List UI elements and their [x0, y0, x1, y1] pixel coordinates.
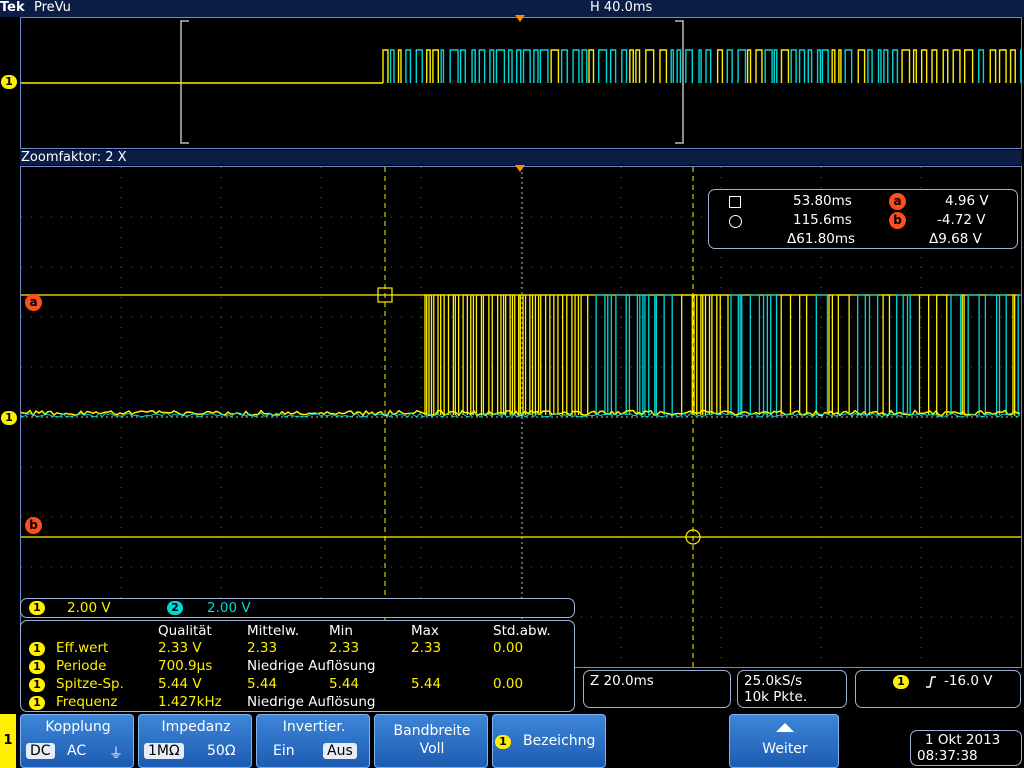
- row-frequenz-name: Frequenz: [56, 694, 118, 710]
- invertier-aus[interactable]: Aus: [323, 743, 357, 759]
- bandbreite-value: Voll: [419, 741, 445, 757]
- row-frequenz-channel: 1: [29, 696, 45, 710]
- impedanz-50ohm[interactable]: 50Ω: [207, 743, 236, 759]
- sample-rate: 25.0kS/s: [744, 673, 803, 689]
- row-eff-min: 2.33: [329, 640, 360, 656]
- overview-waveform-panel[interactable]: [20, 17, 1024, 149]
- bezeichnung-label: Bezeichng: [523, 733, 596, 749]
- ch2-scale-value[interactable]: 2.00 V: [207, 600, 251, 616]
- row-spitze-std: 0.00: [493, 676, 524, 692]
- impedanz-button[interactable]: Impedanz 1MΩ 50Ω: [138, 714, 252, 768]
- invertier-button[interactable]: Invertier. Ein Aus: [256, 714, 370, 768]
- row-periode-note: Niedrige Auflösung: [247, 658, 376, 674]
- kopplung-label: Kopplung: [45, 719, 111, 735]
- row-eff-channel: 1: [29, 642, 45, 656]
- channel-scale-strip: 1 2.00 V 2 2.00 V: [20, 598, 575, 618]
- overview-waveform: [21, 20, 1024, 144]
- row-frequenz-value: 1.427kHz: [158, 694, 222, 710]
- cursor-a-icon: a: [889, 193, 906, 210]
- row-frequenz-note: Niedrige Auflösung: [247, 694, 376, 710]
- menu-channel-indicator: 1: [0, 714, 16, 768]
- prevu-label: PreVu: [34, 0, 71, 15]
- ch1-scale-badge[interactable]: 1: [29, 601, 45, 615]
- kopplung-ac[interactable]: AC: [67, 743, 86, 759]
- cursor-delta-voltage: Δ9.68 V: [929, 231, 982, 247]
- horizontal-scale: H 40.0ms: [590, 0, 653, 15]
- invertier-label: Invertier.: [282, 719, 346, 735]
- overview-burst-traces: [382, 49, 1024, 83]
- cursor-a-voltage: 4.96 V: [945, 193, 989, 209]
- row-eff-mean: 2.33: [247, 640, 278, 656]
- row-eff-max: 2.33: [411, 640, 442, 656]
- row-spitze-value: 5.44 V: [158, 676, 202, 692]
- zoom-scale-value: Z 20.0ms: [590, 673, 654, 689]
- bandbreite-button[interactable]: Bandbreite Voll: [374, 714, 488, 768]
- cursor-1-square-icon: [729, 196, 741, 208]
- ch1-offset-marker-overview[interactable]: 1: [1, 75, 17, 89]
- zoom-window-left-bracket: [180, 20, 189, 144]
- kopplung-button[interactable]: Kopplung DC AC ⏚: [20, 714, 134, 768]
- header-std-abw: Std.abw.: [493, 623, 551, 639]
- bezeichnung-channel-badge: 1: [495, 735, 511, 749]
- ch1-scale-value[interactable]: 2.00 V: [67, 600, 111, 616]
- trigger-channel-badge: 1: [893, 675, 909, 689]
- cursor-b-voltage: -4.72 V: [937, 212, 986, 228]
- zoom-factor-label: Zoomfaktor: 2 X: [21, 150, 127, 165]
- trigger-position-marker: [515, 15, 525, 22]
- impedanz-label: Impedanz: [161, 719, 231, 735]
- weiter-button[interactable]: Weiter: [729, 714, 839, 768]
- header-qualitaet: Qualität: [158, 623, 212, 639]
- zoom-scale-box[interactable]: Z 20.0ms: [583, 670, 731, 708]
- top-status-bar: Tek PreVu H 40.0ms: [0, 0, 1024, 17]
- row-periode-value: 700.9µs: [158, 658, 213, 674]
- row-periode-name: Periode: [56, 658, 107, 674]
- impedanz-1mohm[interactable]: 1MΩ: [144, 743, 184, 759]
- cursor-a-marker[interactable]: a: [25, 294, 42, 311]
- zoom-label-bar: Zoomfaktor: 2 X: [20, 150, 1022, 165]
- cursor-1-time: 53.80ms: [793, 193, 852, 209]
- measurement-table: Qualität Mittelw. Min Max Std.abw. 1 Eff…: [20, 620, 575, 712]
- cursor-readout-box: 53.80ms 115.6ms Δ61.80ms a b 4.96 V -4.7…: [708, 189, 1018, 249]
- row-spitze-name: Spitze-Sp.: [56, 676, 124, 692]
- cursor-b-marker[interactable]: b: [25, 517, 42, 534]
- row-eff-value: 2.33 V: [158, 640, 202, 656]
- row-eff-name: Eff.wert: [56, 640, 109, 656]
- kopplung-gnd-icon[interactable]: ⏚: [109, 743, 123, 763]
- zoom-burst-traces: [424, 294, 1024, 415]
- ch2-scale-badge[interactable]: 2: [167, 601, 183, 615]
- header-mittelwert: Mittelw.: [247, 623, 300, 639]
- date-display: 1 Okt 2013: [925, 732, 1001, 748]
- row-periode-channel: 1: [29, 660, 45, 674]
- up-arrow-icon: [776, 723, 794, 732]
- weiter-label: Weiter: [762, 741, 808, 757]
- header-max: Max: [411, 623, 439, 639]
- bezeichnung-button[interactable]: 1 Bezeichng: [492, 714, 606, 768]
- zoom-window-right-bracket: [675, 20, 684, 144]
- invertier-ein[interactable]: Ein: [273, 743, 295, 759]
- cursor-2-time: 115.6ms: [793, 212, 852, 228]
- kopplung-dc[interactable]: DC: [26, 743, 55, 759]
- cursor-2-circle-icon: [729, 215, 742, 228]
- trigger-box[interactable]: 1 -16.0 V: [855, 670, 1021, 708]
- header-min: Min: [329, 623, 353, 639]
- trigger-level: -16.0 V: [944, 673, 993, 689]
- row-spitze-min: 5.44: [329, 676, 360, 692]
- ch1-offset-marker[interactable]: 1: [1, 411, 17, 425]
- rising-edge-icon: [926, 676, 936, 688]
- zoom-trigger-marker: [515, 165, 525, 172]
- acquisition-box[interactable]: 25.0kS/s 10k Pkte.: [737, 670, 847, 708]
- time-display: 08:37:38: [917, 748, 978, 764]
- row-spitze-max: 5.44: [411, 676, 442, 692]
- record-length: 10k Pkte.: [744, 689, 808, 705]
- bandbreite-label: Bandbreite: [393, 723, 471, 739]
- datetime-box: 1 Okt 2013 08:37:38: [910, 730, 1022, 766]
- cursor-delta-time: Δ61.80ms: [787, 231, 856, 247]
- cursor-b-icon: b: [889, 212, 906, 229]
- row-eff-std: 0.00: [493, 640, 524, 656]
- row-spitze-mean: 5.44: [247, 676, 278, 692]
- brand-logo: Tek: [0, 0, 25, 15]
- row-spitze-channel: 1: [29, 678, 45, 692]
